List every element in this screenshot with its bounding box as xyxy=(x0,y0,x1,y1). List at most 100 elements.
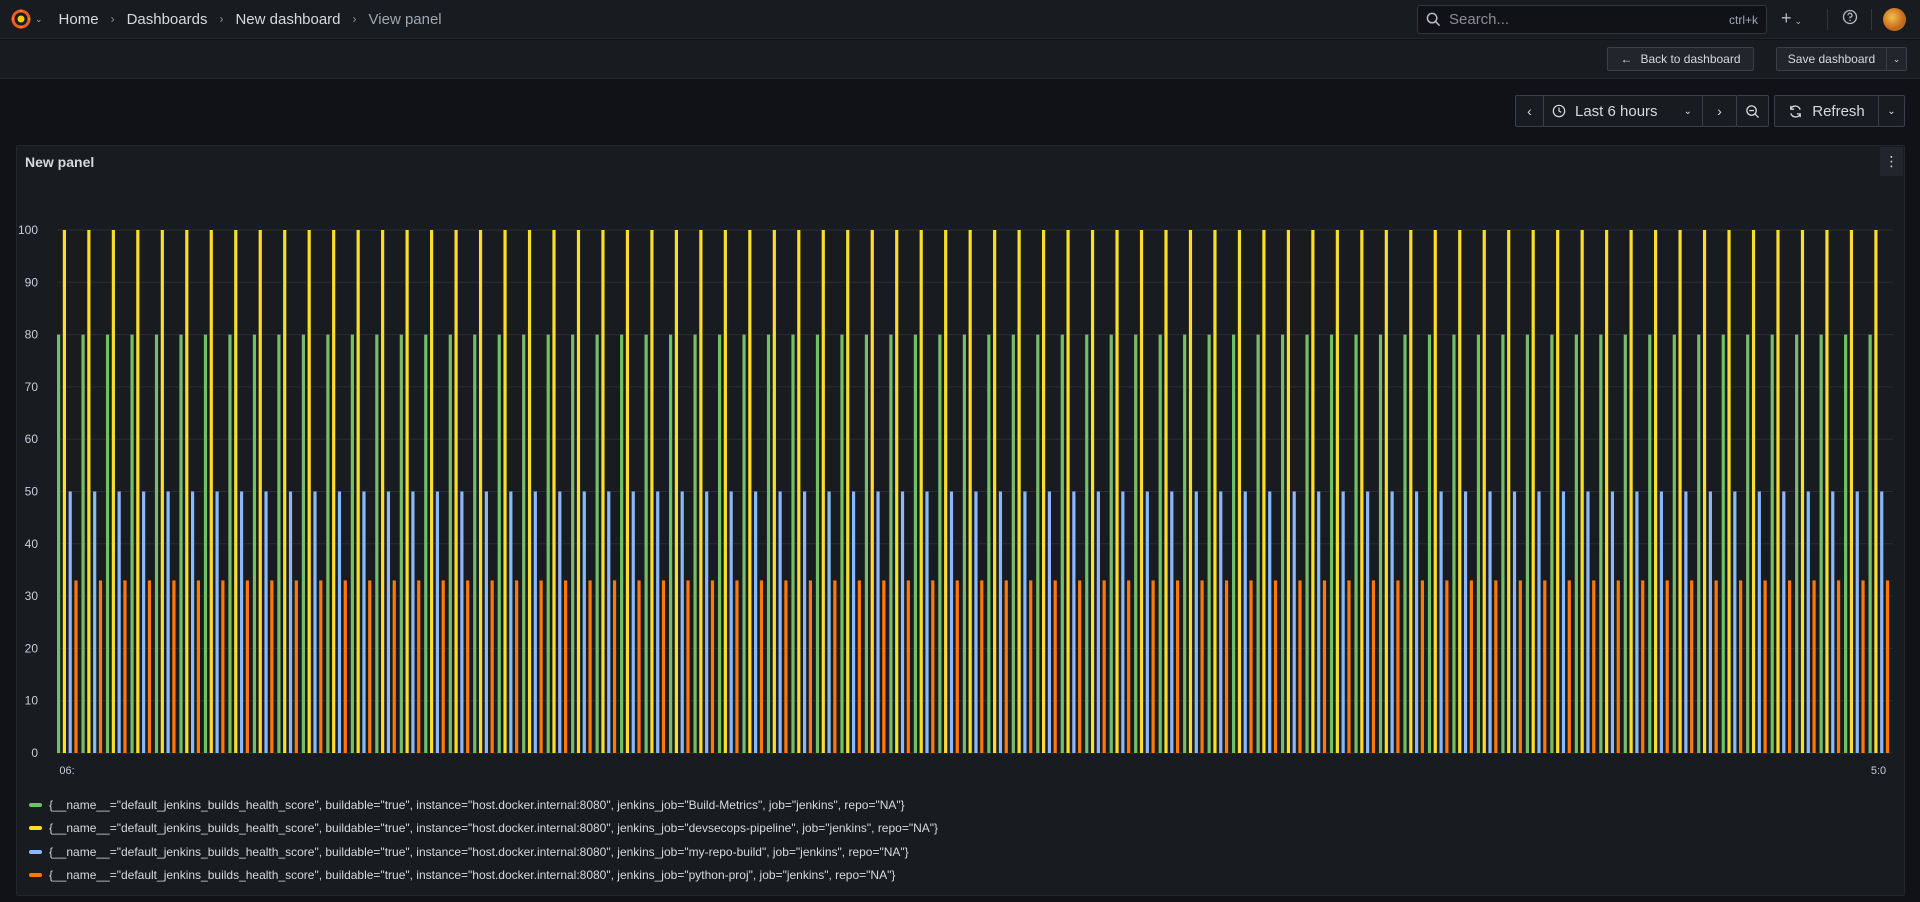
bar-series-4[interactable] xyxy=(857,580,861,753)
bar-series-4[interactable] xyxy=(1151,580,1155,753)
bar-series-2[interactable] xyxy=(1164,230,1168,753)
bar-series-3[interactable] xyxy=(949,491,954,754)
bar-series-3[interactable] xyxy=(1170,491,1174,754)
breadcrumb-home[interactable]: Home xyxy=(59,11,99,28)
bar-series-3[interactable] xyxy=(1268,491,1272,754)
bar-series-1[interactable] xyxy=(179,334,183,753)
bar-series-1[interactable] xyxy=(497,334,501,753)
bar-series-1[interactable] xyxy=(1721,334,1725,753)
bar-series-1[interactable] xyxy=(1354,334,1358,753)
bar-series-3[interactable] xyxy=(215,491,219,754)
bar-series-3[interactable] xyxy=(1219,491,1223,754)
bar-series-4[interactable] xyxy=(1788,580,1792,753)
bar-series-1[interactable] xyxy=(1672,334,1676,753)
bar-series-3[interactable] xyxy=(1831,491,1835,754)
bar-series-2[interactable] xyxy=(552,230,556,753)
save-options-button[interactable]: ⌄ xyxy=(1886,47,1907,71)
bar-series-3[interactable] xyxy=(680,491,684,754)
bar-series-3[interactable] xyxy=(925,491,929,754)
bar-series-1[interactable] xyxy=(1256,334,1260,753)
bar-series-1[interactable] xyxy=(252,334,257,753)
bar-series-2[interactable] xyxy=(160,230,164,753)
bar-series-4[interactable] xyxy=(98,580,103,753)
bar-series-2[interactable] xyxy=(674,230,678,753)
bar-series-3[interactable] xyxy=(93,491,97,754)
bar-series-1[interactable] xyxy=(424,334,428,753)
bar-series-4[interactable] xyxy=(1176,580,1180,753)
bar-series-2[interactable] xyxy=(209,230,213,753)
bar-series-1[interactable] xyxy=(938,334,942,753)
bar-series-4[interactable] xyxy=(1078,580,1082,753)
bar-series-3[interactable] xyxy=(1561,491,1566,754)
bar-series-2[interactable] xyxy=(454,230,458,753)
bar-series-4[interactable] xyxy=(1592,580,1596,753)
bar-series-2[interactable] xyxy=(258,230,262,753)
bar-series-2[interactable] xyxy=(1409,230,1413,753)
bar-series-2[interactable] xyxy=(1311,230,1315,753)
bar-series-1[interactable] xyxy=(1697,334,1701,753)
bar-series-3[interactable] xyxy=(435,491,439,754)
add-new-button[interactable]: + ⌄ xyxy=(1781,8,1802,29)
bar-series-3[interactable] xyxy=(1782,491,1786,754)
bar-series-4[interactable] xyxy=(906,580,910,753)
bar-series-4[interactable] xyxy=(1445,580,1449,753)
bar-series-3[interactable] xyxy=(998,491,1003,754)
bar-series-2[interactable] xyxy=(748,230,752,753)
bar-series-2[interactable] xyxy=(1507,230,1511,753)
bar-series-3[interactable] xyxy=(484,491,488,754)
bar-series-2[interactable] xyxy=(1580,230,1584,753)
save-dashboard-button[interactable]: Save dashboard xyxy=(1776,47,1886,71)
bar-series-1[interactable] xyxy=(546,334,550,753)
bar-series-2[interactable] xyxy=(1800,230,1805,753)
bar-series-4[interactable] xyxy=(319,580,323,753)
bar-series-3[interactable] xyxy=(313,491,317,754)
bar-series-1[interactable] xyxy=(1868,334,1872,753)
bar-series-4[interactable] xyxy=(343,580,347,753)
bar-series-2[interactable] xyxy=(723,230,727,753)
bar-series-2[interactable] xyxy=(576,230,581,753)
bar-series-3[interactable] xyxy=(1096,491,1100,754)
bar-series-2[interactable] xyxy=(1042,230,1046,753)
bar-series-3[interactable] xyxy=(117,491,121,754)
bar-series-1[interactable] xyxy=(1525,334,1529,753)
breadcrumb-new-dashboard[interactable]: New dashboard xyxy=(235,11,340,28)
bar-series-4[interactable] xyxy=(270,580,274,753)
bar-series-2[interactable] xyxy=(283,230,287,753)
bar-series-3[interactable] xyxy=(1708,491,1712,754)
bar-series-3[interactable] xyxy=(582,491,586,754)
bar-series-4[interactable] xyxy=(539,580,543,753)
bar-series-4[interactable] xyxy=(1396,580,1400,753)
bar-series-4[interactable] xyxy=(980,580,984,753)
bar-series-2[interactable] xyxy=(1605,230,1609,753)
bar-series-4[interactable] xyxy=(1518,580,1522,753)
bar-series-2[interactable] xyxy=(944,230,948,753)
bar-series-3[interactable] xyxy=(1317,491,1321,754)
bar-series-4[interactable] xyxy=(1494,580,1498,753)
bar-series-1[interactable] xyxy=(326,334,330,753)
refresh-interval-button[interactable]: ⌄ xyxy=(1879,96,1904,126)
bar-series-3[interactable] xyxy=(1586,491,1590,754)
bar-series-2[interactable] xyxy=(821,230,825,753)
bar-series-2[interactable] xyxy=(1090,230,1095,753)
bar-series-1[interactable] xyxy=(644,334,648,753)
bar-series-2[interactable] xyxy=(699,230,703,753)
bar-series-2[interactable] xyxy=(1825,230,1829,753)
bar-series-3[interactable] xyxy=(1121,491,1125,754)
bar-series-3[interactable] xyxy=(1512,491,1517,754)
bar-series-4[interactable] xyxy=(1347,580,1351,753)
bar-series-1[interactable] xyxy=(473,334,477,753)
bar-series-2[interactable] xyxy=(1066,230,1070,753)
bar-series-1[interactable] xyxy=(1427,334,1432,753)
bar-series-3[interactable] xyxy=(1194,491,1198,754)
bar-series-2[interactable] xyxy=(62,230,66,753)
bar-series-3[interactable] xyxy=(1757,491,1761,754)
bar-series-4[interactable] xyxy=(1763,580,1767,753)
bar-series-2[interactable] xyxy=(1360,230,1364,753)
bar-series-4[interactable] xyxy=(1543,580,1547,753)
bar-series-3[interactable] xyxy=(1243,491,1247,754)
bar-series-1[interactable] xyxy=(1452,334,1456,753)
bar-series-2[interactable] xyxy=(870,230,874,753)
bar-series-3[interactable] xyxy=(1806,491,1810,754)
bar-series-2[interactable] xyxy=(332,230,336,753)
bar-series-1[interactable] xyxy=(693,334,697,753)
